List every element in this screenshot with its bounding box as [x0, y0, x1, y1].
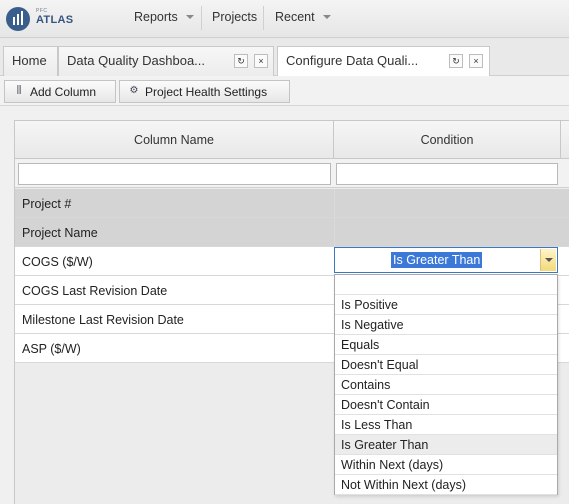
tab-configure-data-quality[interactable]: Configure Data Quali... ↻ × — [277, 46, 490, 77]
condition-select[interactable]: Is Greater Than — [334, 247, 558, 273]
add-column-icon: ⫼ — [16, 85, 22, 96]
tab-data-quality-dashboard[interactable]: Data Quality Dashboa... ↻ × — [58, 46, 274, 76]
table-row[interactable]: Project Name — [15, 218, 569, 247]
tab-label: Configure Data Quali... — [286, 53, 419, 68]
nav-reports-label: Reports — [134, 10, 178, 24]
conditions-grid: Column Name Condition Project # Project … — [14, 120, 569, 504]
column-name-cell: Project Name — [22, 226, 98, 240]
condition-option-doesnt-contain[interactable]: Doesn't Contain — [335, 395, 557, 415]
column-name-cell: Project # — [22, 197, 72, 211]
column-header-column-name[interactable]: Column Name — [15, 121, 334, 159]
close-icon[interactable]: × — [254, 54, 268, 68]
condition-dropdown-list: Is Positive Is Negative Equals Doesn't E… — [334, 274, 558, 495]
logo-bars-icon — [6, 7, 30, 31]
column-name-cell: COGS ($/W) — [22, 255, 93, 269]
tab-home[interactable]: Home — [3, 46, 58, 76]
chevron-down-icon — [185, 14, 194, 19]
column-name-cell: Milestone Last Revision Date — [22, 313, 184, 327]
grid-header: Column Name Condition — [15, 121, 569, 159]
project-health-settings-label: Project Health Settings — [145, 85, 268, 99]
column-header-condition[interactable]: Condition — [334, 121, 561, 159]
atlas-logo[interactable]: PFC ATLAS — [6, 5, 76, 33]
refresh-icon[interactable]: ↻ — [449, 54, 463, 68]
column-name-cell: ASP ($/W) — [22, 342, 81, 356]
filter-row — [15, 159, 569, 188]
column-name-filter-input[interactable] — [18, 163, 331, 185]
refresh-icon[interactable]: ↻ — [234, 54, 248, 68]
nav-divider — [201, 6, 202, 30]
chevron-down-icon — [322, 14, 331, 19]
nav-reports-menu[interactable]: Reports — [134, 10, 194, 24]
condition-option-is-less-than[interactable]: Is Less Than — [335, 415, 557, 435]
project-health-settings-button[interactable]: ⚙ Project Health Settings — [119, 80, 290, 103]
dropdown-toggle[interactable] — [540, 249, 556, 271]
condition-option-is-positive[interactable]: Is Positive — [335, 295, 557, 315]
chevron-down-icon — [545, 258, 553, 262]
condition-option-is-greater-than[interactable]: Is Greater Than — [335, 435, 557, 455]
add-column-button[interactable]: ⫼ Add Column — [4, 80, 116, 103]
condition-option-contains[interactable]: Contains — [335, 375, 557, 395]
tab-label: Data Quality Dashboa... — [67, 53, 206, 68]
nav-recent-menu[interactable]: Recent — [275, 10, 331, 24]
close-icon[interactable]: × — [469, 54, 483, 68]
condition-selected-value: Is Greater Than — [391, 252, 483, 268]
condition-option-within-next-days[interactable]: Within Next (days) — [335, 455, 557, 475]
nav-projects-link[interactable]: Projects — [212, 10, 257, 24]
top-navbar: PFC ATLAS Reports Projects Recent — [0, 0, 569, 38]
column-name-cell: COGS Last Revision Date — [22, 284, 168, 298]
toolbar: ⫼ Add Column ⚙ Project Health Settings — [0, 76, 569, 106]
condition-option-equals[interactable]: Equals — [335, 335, 557, 355]
tab-label: Home — [12, 53, 47, 68]
gear-icon: ⚙ — [129, 85, 139, 96]
tab-strip: Home Data Quality Dashboa... ↻ × Configu… — [0, 38, 569, 77]
add-column-label: Add Column — [30, 85, 97, 99]
condition-option-empty[interactable] — [335, 275, 557, 295]
table-row[interactable]: Project # — [15, 189, 569, 218]
nav-recent-label: Recent — [275, 10, 315, 24]
nav-divider — [263, 6, 264, 30]
condition-option-not-within-next-days[interactable]: Not Within Next (days) — [335, 475, 557, 495]
condition-filter-input[interactable] — [336, 163, 558, 185]
condition-option-is-negative[interactable]: Is Negative — [335, 315, 557, 335]
logo-name: ATLAS — [36, 14, 74, 26]
content-panel: Column Name Condition Project # Project … — [0, 106, 569, 504]
condition-option-doesnt-equal[interactable]: Doesn't Equal — [335, 355, 557, 375]
